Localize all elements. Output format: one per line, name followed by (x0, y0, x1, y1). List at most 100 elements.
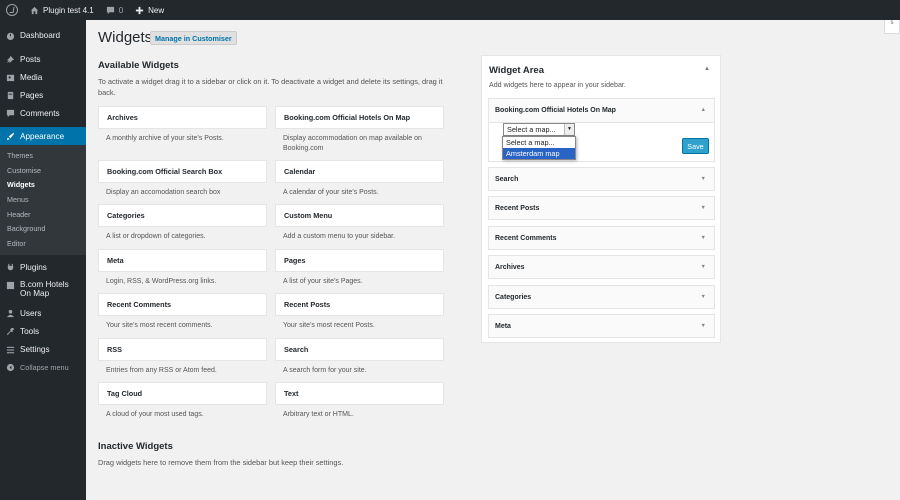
sidebar-item-settings[interactable]: Settings (0, 341, 86, 359)
widget-text[interactable]: Text Arbitrary text or HTML. (275, 382, 444, 420)
sidebar-item-label: Tools (20, 327, 40, 337)
pages-icon (7, 91, 14, 99)
wordpress-menu[interactable] (0, 0, 24, 20)
widget-title[interactable]: Categories (98, 204, 267, 227)
collapse-arrow-icon[interactable]: ▲ (701, 107, 706, 113)
sidebar-item-pages[interactable]: Pages (0, 86, 86, 104)
widget-title[interactable]: Calendar (275, 160, 444, 183)
widget-description: A search form for your site. (283, 367, 367, 374)
widget-area-title[interactable]: Widget Area (489, 65, 544, 76)
map-option-select[interactable]: Select a map... (503, 137, 575, 148)
plugin-icon (7, 264, 14, 271)
sidebar-item-label: Dashboard (20, 30, 61, 40)
widget-title[interactable]: Recent Posts (275, 293, 444, 316)
site-name-link[interactable]: Plugin test 4.1 (24, 0, 100, 20)
widget-title[interactable]: Booking.com Official Hotels On Map (275, 106, 444, 129)
expand-arrow-icon[interactable]: ▼ (701, 323, 706, 329)
sidebar-item-appearance[interactable]: Appearance (0, 127, 86, 145)
widget-archives[interactable]: Archives A monthly archive of your site’… (98, 106, 267, 144)
widget-custom-menu[interactable]: Custom Menu Add a custom menu to your si… (275, 204, 444, 242)
widget-title[interactable]: Text (275, 382, 444, 405)
widget-booking-search-box[interactable]: Booking.com Official Search Box Display … (98, 160, 267, 198)
sidebar-widget-booking-hotels-on-map: Booking.com Official Hotels On Map ▲ Sel… (488, 98, 715, 162)
widget-booking-hotels-on-map[interactable]: Booking.com Official Hotels On Map Displ… (275, 106, 444, 154)
sidebar-item-label: Appearance (20, 131, 65, 141)
sidebar-item-label: Posts (20, 54, 41, 64)
sidebar-item-hotels-map[interactable]: B.com Hotels On Map (0, 277, 86, 301)
widget-title[interactable]: Archives (98, 106, 267, 129)
widget-title[interactable]: Tag Cloud (98, 382, 267, 405)
sidebar-item-tools[interactable]: Tools (0, 323, 86, 341)
widget-recent-posts[interactable]: Recent Posts Your site’s most recent Pos… (275, 293, 444, 331)
widget-area-description: Add widgets here to appear in your sideb… (489, 81, 626, 89)
expand-arrow-icon[interactable]: ▼ (701, 264, 706, 270)
inactive-widgets-heading: Inactive Widgets (98, 441, 173, 452)
widget-rss[interactable]: RSS Entries from any RSS or Atom feed. (98, 338, 267, 376)
widget-tag-cloud[interactable]: Tag Cloud A cloud of your most used tags… (98, 382, 267, 420)
sidebar-widget-meta[interactable]: Meta ▼ (488, 314, 715, 338)
chevron-down-icon[interactable]: ▼ (564, 124, 574, 135)
map-select[interactable]: Select a map... ▼ (503, 123, 575, 136)
widget-categories[interactable]: Categories A list or dropdown of categor… (98, 204, 267, 242)
comments-link[interactable]: 0 (100, 0, 129, 20)
sidebar-widget-archives[interactable]: Archives ▼ (488, 255, 715, 279)
submenu-item-header[interactable]: Header (0, 207, 86, 222)
page-title: Widgets (98, 29, 153, 46)
widget-pages[interactable]: Pages A list of your site’s Pages. (275, 249, 444, 287)
submenu-item-editor[interactable]: Editor (0, 236, 86, 251)
sidebar-item-users[interactable]: Users (0, 305, 86, 323)
screen-options-tab[interactable]: s (884, 20, 900, 34)
sidebar-widget-categories[interactable]: Categories ▼ (488, 285, 715, 309)
sidebar-item-label: Media (20, 72, 43, 82)
sidebar-widget-recent-posts[interactable]: Recent Posts ▼ (488, 196, 715, 220)
manage-in-customiser-button[interactable]: Manage in Customiser (150, 31, 237, 45)
map-select-value: Select a map... (507, 125, 556, 134)
sidebar-widget-recent-comments[interactable]: Recent Comments ▼ (488, 226, 715, 250)
submenu-item-background[interactable]: Background (0, 221, 86, 236)
sidebar-item-media[interactable]: Media (0, 68, 86, 86)
widget-title[interactable]: Search (275, 338, 444, 361)
map-option-amsterdam[interactable]: Amsterdam map (503, 148, 575, 159)
comment-icon (6, 109, 15, 117)
sidebar-item-label: Comments (20, 108, 60, 118)
new-content-link[interactable]: New (129, 0, 170, 20)
widget-search[interactable]: Search A search form for your site. (275, 338, 444, 376)
widget-title[interactable]: Meta (98, 249, 267, 272)
sidebar-widget-title: Recent Comments (495, 234, 557, 242)
sidebar-item-plugins[interactable]: Plugins (0, 259, 86, 277)
widget-description: Your site’s most recent comments. (106, 322, 213, 329)
expand-arrow-icon[interactable]: ▼ (701, 176, 706, 182)
submenu-item-menus[interactable]: Menus (0, 192, 86, 207)
inactive-widgets-description: Drag widgets here to remove them from th… (98, 458, 344, 467)
settings-icon (6, 347, 15, 354)
collapse-menu-button[interactable]: Collapse menu (0, 359, 86, 377)
widget-title[interactable]: Recent Comments (98, 293, 267, 316)
widget-description: A monthly archive of your site’s Posts. (106, 135, 224, 142)
sidebar-item-comments[interactable]: Comments (0, 104, 86, 122)
map-icon (6, 281, 15, 289)
widget-title[interactable]: RSS (98, 338, 267, 361)
sidebar-item-dashboard[interactable]: Dashboard (0, 26, 86, 44)
submenu-item-themes[interactable]: Themes (0, 148, 86, 163)
widget-area-panel: Widget Area ▲ Add widgets here to appear… (481, 55, 721, 343)
save-button[interactable]: Save (682, 138, 709, 154)
collapse-arrow-icon[interactable]: ▲ (704, 66, 710, 72)
submenu-item-widgets[interactable]: Widgets (0, 177, 86, 192)
sidebar-widget-header[interactable]: Booking.com Official Hotels On Map ▲ (489, 99, 714, 123)
widget-calendar[interactable]: Calendar A calendar of your site’s Posts… (275, 160, 444, 198)
sidebar-item-posts[interactable]: Posts (0, 50, 86, 68)
widget-title[interactable]: Booking.com Official Search Box (98, 160, 267, 183)
widget-title[interactable]: Pages (275, 249, 444, 272)
available-widgets-heading: Available Widgets (98, 60, 179, 71)
sidebar-widget-search[interactable]: Search ▼ (488, 167, 715, 191)
widget-title[interactable]: Custom Menu (275, 204, 444, 227)
widget-description: Login, RSS, & WordPress.org links. (106, 278, 217, 285)
widget-description: Arbitrary text or HTML. (283, 411, 354, 418)
expand-arrow-icon[interactable]: ▼ (701, 205, 706, 211)
widget-meta[interactable]: Meta Login, RSS, & WordPress.org links. (98, 249, 267, 287)
submenu-item-customise[interactable]: Customise (0, 163, 86, 178)
widget-recent-comments[interactable]: Recent Comments Your site’s most recent … (98, 293, 267, 331)
expand-arrow-icon[interactable]: ▼ (701, 294, 706, 300)
widget-description: A list or dropdown of categories. (106, 233, 206, 240)
expand-arrow-icon[interactable]: ▼ (701, 235, 706, 241)
